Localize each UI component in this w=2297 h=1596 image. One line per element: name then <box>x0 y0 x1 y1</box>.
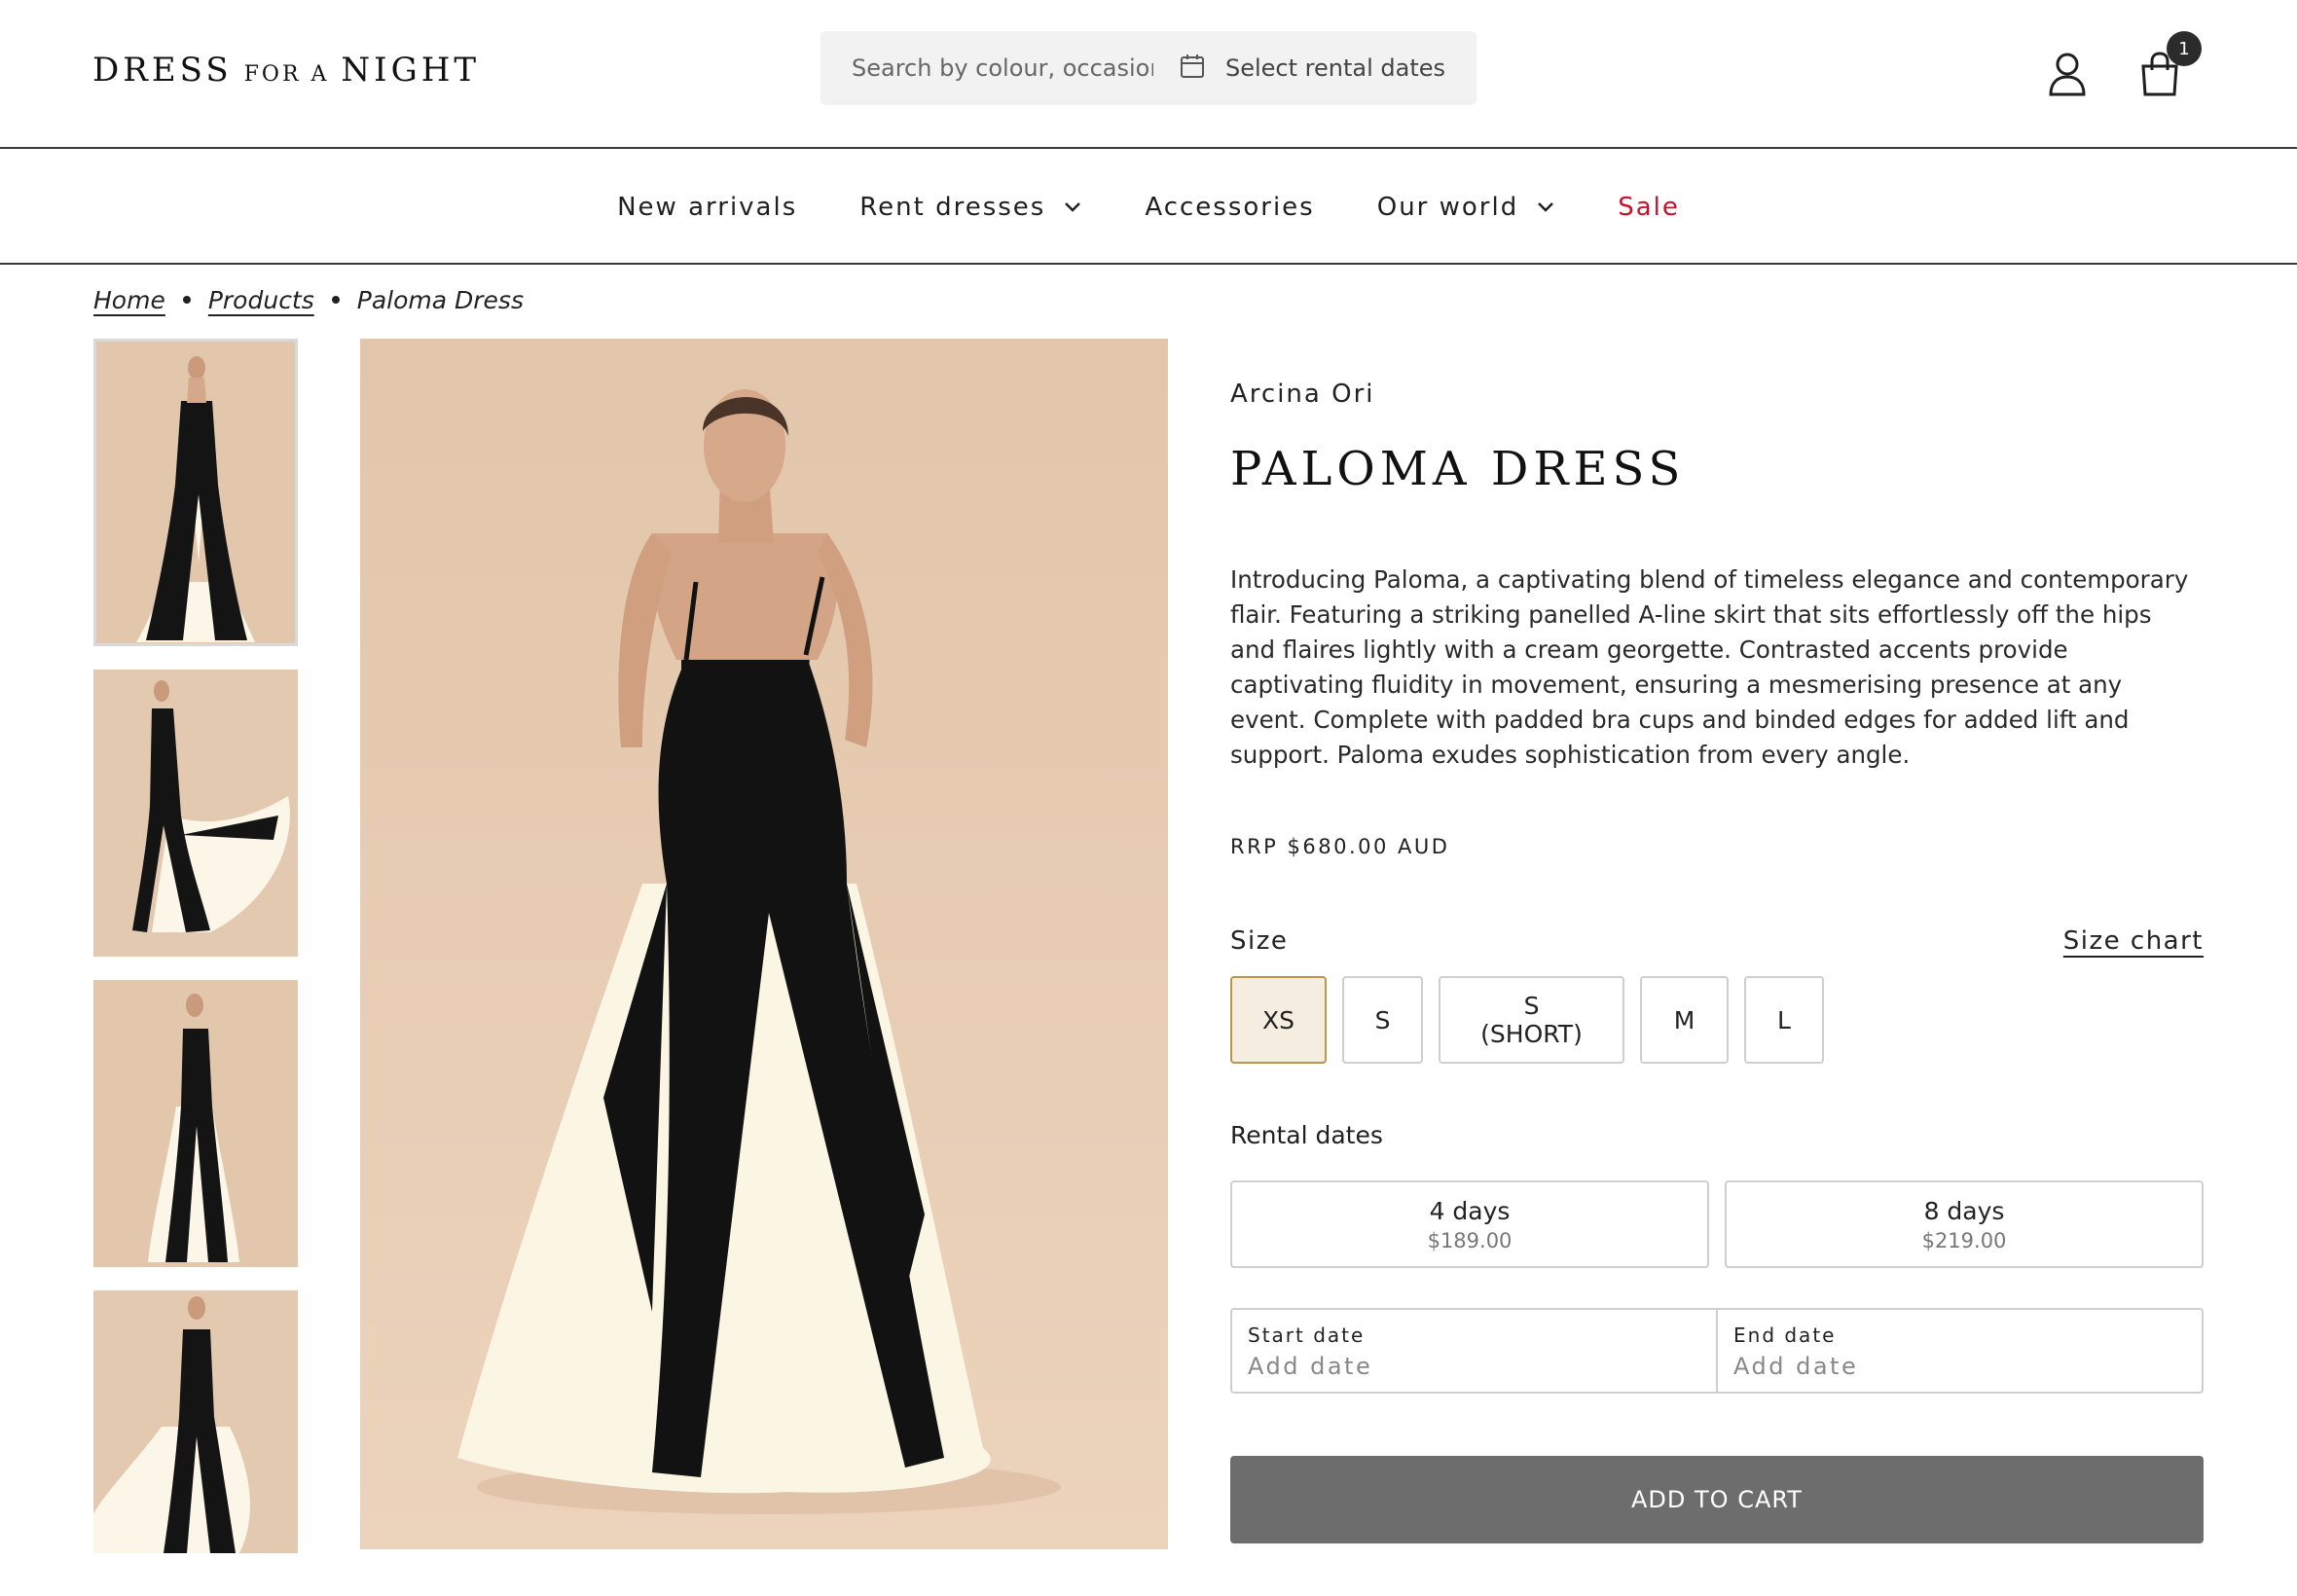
breadcrumb-home-link[interactable]: Home <box>93 286 165 314</box>
product-main-image[interactable] <box>360 339 1168 1549</box>
start-date-value: Add date <box>1248 1353 1373 1380</box>
add-to-cart-button[interactable]: ADD TO CART <box>1230 1456 2204 1543</box>
nav-label: Our world <box>1376 192 1519 222</box>
end-date-field[interactable]: End date Add date <box>1716 1310 2202 1392</box>
date-picker-label: Select rental dates <box>1225 54 1446 82</box>
nav-rent-dresses[interactable]: Rent dresses <box>859 193 1082 222</box>
start-date-label: Start date <box>1248 1324 1366 1347</box>
dress-back-photo <box>93 980 298 1267</box>
nav-new-arrivals[interactable]: New arrivals <box>617 193 797 222</box>
product-rrp: RRP $680.00 AUD <box>1230 835 1450 858</box>
size-option-xs[interactable]: XS <box>1230 976 1327 1064</box>
size-chart-link[interactable]: Size chart <box>2063 926 2204 956</box>
search-bar: Select rental dates <box>820 31 1477 105</box>
rental-date-picker[interactable]: Select rental dates <box>1179 49 1445 88</box>
nav-label: Accessories <box>1145 192 1315 222</box>
rental-days: 8 days <box>1923 1196 2005 1225</box>
logo-word-dress: DRESS <box>92 51 233 90</box>
chevron-down-icon <box>1538 201 1554 212</box>
dress-hero-photo <box>360 339 1168 1549</box>
logo-word-night: NIGHT <box>341 51 481 90</box>
dress-flare-photo <box>93 1290 298 1553</box>
size-options: XS S S (SHORT) M L <box>1230 976 1840 1064</box>
site-logo[interactable]: DRESS FOR A NIGHT <box>92 51 480 97</box>
nav-accessories[interactable]: Accessories <box>1145 193 1314 222</box>
size-option-m[interactable]: M <box>1640 976 1729 1064</box>
nav-label: Rent dresses <box>859 192 1046 222</box>
product-thumbnail[interactable] <box>93 670 298 957</box>
cart-count-badge: 1 <box>2167 31 2202 66</box>
rental-price: $189.00 <box>1427 1228 1513 1252</box>
rental-option-8-days[interactable]: 8 days $219.00 <box>1725 1180 2204 1268</box>
breadcrumb-products-link[interactable]: Products <box>208 286 314 314</box>
breadcrumb-separator <box>182 296 191 304</box>
date-range-picker: Start date Add date End date Add date <box>1230 1308 2204 1394</box>
site-header: DRESS FOR A NIGHT Select rental dates <box>0 0 2297 149</box>
logo-word-for-a: FOR A <box>243 62 330 87</box>
nav-sale[interactable]: Sale <box>1618 193 1680 222</box>
product-description: Introducing Paloma, a captivating blend … <box>1230 565 2189 769</box>
rental-option-4-days[interactable]: 4 days $189.00 <box>1230 1180 1709 1268</box>
product-thumbnail[interactable] <box>93 339 298 646</box>
start-date-field[interactable]: Start date Add date <box>1232 1310 1716 1392</box>
rental-price: $219.00 <box>1921 1228 2007 1252</box>
breadcrumb-current: Paloma Dress <box>356 285 524 314</box>
nav-label: Sale <box>1618 192 1680 222</box>
breadcrumb-separator <box>331 296 340 304</box>
end-date-label: End date <box>1733 1324 1837 1347</box>
nav-label: New arrivals <box>617 192 798 222</box>
rental-dates-label: Rental dates <box>1230 1121 1383 1149</box>
search-input[interactable] <box>852 49 1153 88</box>
product-title: PALOMA DRESS <box>1230 442 1686 496</box>
product-thumbnail[interactable] <box>93 980 298 1267</box>
size-option-s-short[interactable]: S (SHORT) <box>1439 976 1624 1064</box>
size-label: Size <box>1230 926 1289 956</box>
product-thumbnail[interactable] <box>93 1290 298 1553</box>
rental-days: 4 days <box>1429 1196 1511 1225</box>
chevron-down-icon <box>1065 201 1081 212</box>
rental-options: 4 days $189.00 8 days $219.00 <box>1230 1180 2204 1268</box>
product-brand: Arcina Ori <box>1230 380 1375 409</box>
dress-front-photo <box>93 339 298 646</box>
account-icon[interactable] <box>2046 51 2089 97</box>
main-nav: New arrivals Rent dresses Accessories Ou… <box>0 151 2297 265</box>
size-option-s[interactable]: S <box>1342 976 1423 1064</box>
dress-twirl-photo <box>93 670 298 957</box>
size-option-l[interactable]: L <box>1744 976 1824 1064</box>
breadcrumb: Home Products Paloma Dress <box>93 282 524 317</box>
nav-our-world[interactable]: Our world <box>1377 193 1556 222</box>
calendar-icon <box>1179 53 1206 84</box>
end-date-value: Add date <box>1733 1353 1859 1380</box>
